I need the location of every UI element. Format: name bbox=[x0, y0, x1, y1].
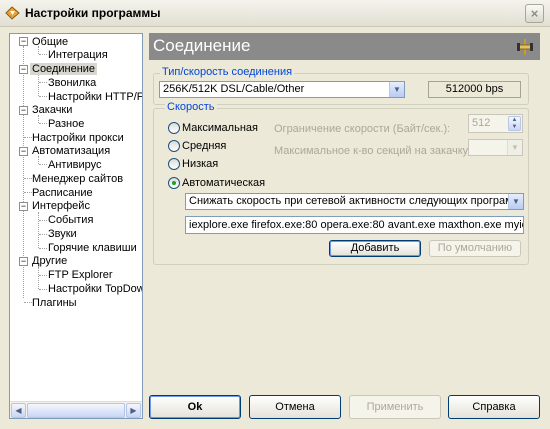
expand-toggle-icon[interactable]: − bbox=[19, 147, 28, 156]
tree-item-label: Соединение bbox=[30, 63, 98, 75]
add-button[interactable]: Добавить bbox=[329, 240, 421, 257]
radio-label: Максимальная bbox=[182, 122, 258, 134]
radio-indicator-selected[interactable] bbox=[168, 177, 180, 189]
tree-item-sounds[interactable]: Звуки bbox=[46, 227, 79, 241]
settings-tree: − − − − − − Общие Интеграция Соединение … bbox=[9, 33, 143, 419]
connection-type-select[interactable]: 256K/512K DSL/Cable/Other ▼ bbox=[159, 81, 405, 98]
section-title: Соединение bbox=[153, 36, 251, 55]
tree-item-label: Плагины bbox=[32, 297, 77, 309]
tree-item-proxy[interactable]: Настройки прокси bbox=[30, 131, 126, 145]
tree-item-connection[interactable]: Соединение bbox=[30, 62, 98, 76]
radio-label: Автоматическая bbox=[182, 177, 266, 189]
tree-item-ftp-explorer[interactable]: FTP Explorer bbox=[46, 268, 115, 282]
expand-toggle-icon[interactable]: − bbox=[19, 202, 28, 211]
tree-item-label: Другие bbox=[32, 255, 68, 267]
expand-toggle-icon[interactable]: − bbox=[19, 65, 28, 74]
tree-item-events[interactable]: События bbox=[46, 213, 95, 227]
close-button[interactable]: × bbox=[525, 4, 544, 23]
tree-item-label: Закачки bbox=[32, 104, 73, 116]
tree-item-schedule[interactable]: Расписание bbox=[30, 186, 95, 200]
tree-horizontal-scrollbar[interactable]: ◀ ▶ bbox=[10, 401, 142, 418]
tree-item-label: FTP Explorer bbox=[48, 269, 113, 281]
section-header: Соединение bbox=[149, 33, 540, 60]
max-sections-select[interactable]: ▼ bbox=[468, 139, 523, 156]
bps-readout: 512000 bps bbox=[428, 81, 521, 98]
tree-item-label: Настройки прокси bbox=[32, 132, 124, 144]
tree-branch-line bbox=[38, 267, 39, 289]
tree-item-label: Звонилка bbox=[48, 77, 97, 89]
speed-limit-spinner[interactable]: 512 ▲ ▼ bbox=[468, 114, 523, 133]
tree-branch-line bbox=[38, 74, 39, 96]
tree-item-label: Антивирус bbox=[48, 159, 102, 171]
tree-item-label: Настройки TopDownload bbox=[48, 283, 142, 295]
tree-item-label: Расписание bbox=[32, 187, 93, 199]
tree-item-antivirus[interactable]: Антивирус bbox=[46, 158, 103, 172]
tree-item-label: События bbox=[48, 214, 94, 226]
throttle-mode-value: Снижать скорость при сетевой активности … bbox=[189, 195, 524, 207]
window-title: Настройки программы bbox=[25, 6, 161, 20]
network-plug-icon bbox=[517, 39, 533, 55]
radio-indicator[interactable] bbox=[168, 140, 180, 152]
radio-label: Низкая bbox=[182, 158, 219, 170]
chevron-down-icon[interactable]: ▼ bbox=[389, 82, 404, 97]
speed-limit-value: 512 bbox=[472, 117, 491, 129]
tree-item-other[interactable]: Другие bbox=[30, 254, 69, 268]
programs-input[interactable]: iexplore.exe firefox.exe:80 opera.exe:80… bbox=[185, 216, 524, 234]
tree-branch-line bbox=[38, 212, 39, 248]
tree-item-label: Интеграция bbox=[48, 49, 108, 61]
tree-item-label: Интерфейс bbox=[32, 200, 90, 212]
scroll-thumb[interactable] bbox=[27, 403, 125, 418]
tree-item-label: Разное bbox=[48, 118, 85, 130]
scroll-right-icon[interactable]: ▶ bbox=[126, 403, 141, 418]
max-sections-label: Максимальное к-во секций на закачку: bbox=[274, 145, 472, 157]
tree-item-interface[interactable]: Интерфейс bbox=[30, 199, 92, 213]
connection-type-title: Тип/скорость соединения bbox=[160, 66, 295, 78]
tree-item-label: Настройки HTTP/FTP bbox=[48, 91, 142, 103]
tree-item-integration[interactable]: Интеграция bbox=[46, 48, 110, 62]
speed-group-title: Скорость bbox=[165, 101, 217, 113]
help-button[interactable]: Справка bbox=[448, 395, 540, 419]
tree-item-dialer[interactable]: Звонилка bbox=[46, 76, 98, 90]
expand-toggle-icon[interactable]: − bbox=[19, 106, 28, 115]
tree-item-label: Звуки bbox=[48, 228, 77, 240]
radio-label: Средняя bbox=[182, 140, 227, 152]
tree-item-misc[interactable]: Разное bbox=[46, 117, 86, 131]
ok-button[interactable]: Ok bbox=[149, 395, 241, 419]
tree-item-general[interactable]: Общие bbox=[30, 35, 70, 49]
reset-default-button[interactable]: По умолчанию bbox=[429, 240, 521, 257]
speed-limit-label: Ограничение скорости (Байт/сек.): bbox=[274, 123, 451, 135]
tree-item-label: Менеджер сайтов bbox=[32, 173, 124, 185]
scroll-left-icon[interactable]: ◀ bbox=[11, 403, 26, 418]
expand-toggle-icon[interactable]: − bbox=[19, 257, 28, 266]
tree-items: − − − − − − Общие Интеграция Соединение … bbox=[10, 34, 142, 402]
expand-toggle-icon[interactable]: − bbox=[19, 37, 28, 46]
throttle-mode-select[interactable]: Снижать скорость при сетевой активности … bbox=[185, 193, 524, 210]
settings-window: Настройки программы × − − − − − − Общие … bbox=[0, 0, 550, 429]
tree-item-hotkeys[interactable]: Горячие клавиши bbox=[46, 241, 139, 255]
chevron-down-icon[interactable]: ▼ bbox=[507, 140, 522, 155]
tree-item-label: Общие bbox=[32, 36, 69, 48]
tree-item-label: Горячие клавиши bbox=[48, 242, 137, 254]
connection-type-value: 256K/512K DSL/Cable/Other bbox=[163, 83, 305, 95]
tree-item-site-manager[interactable]: Менеджер сайтов bbox=[30, 172, 125, 186]
spin-arrows-icon[interactable]: ▲ ▼ bbox=[508, 116, 521, 131]
cancel-button[interactable]: Отмена bbox=[249, 395, 341, 419]
app-icon bbox=[5, 6, 20, 20]
radio-indicator[interactable] bbox=[168, 158, 180, 170]
radio-indicator[interactable] bbox=[168, 122, 180, 134]
tree-item-http-ftp[interactable]: Настройки HTTP/FTP bbox=[46, 90, 142, 104]
title-bar: Настройки программы × bbox=[0, 0, 550, 27]
apply-button[interactable]: Применить bbox=[349, 395, 441, 419]
tree-item-topdownload[interactable]: Настройки TopDownload bbox=[46, 282, 142, 296]
chevron-down-icon[interactable]: ▼ bbox=[508, 194, 523, 209]
tree-item-plugins[interactable]: Плагины bbox=[30, 296, 79, 310]
tree-item-downloads[interactable]: Закачки bbox=[30, 103, 74, 117]
tree-item-label: Автоматизация bbox=[32, 145, 111, 157]
tree-item-automation[interactable]: Автоматизация bbox=[30, 144, 112, 158]
